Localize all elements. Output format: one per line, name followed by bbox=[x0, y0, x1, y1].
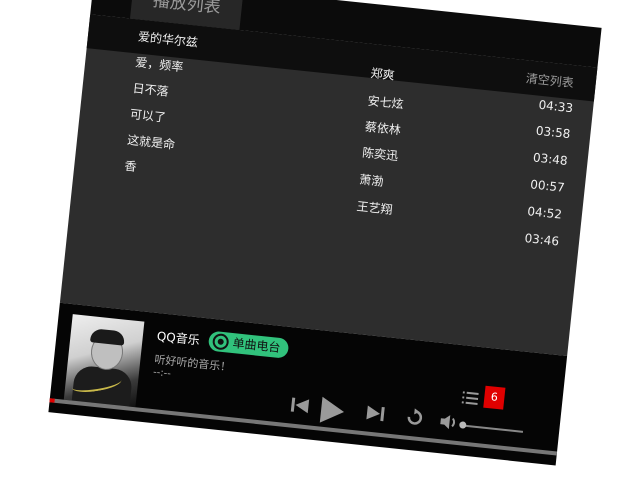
radio-icon bbox=[211, 332, 230, 351]
progress-fill bbox=[49, 398, 55, 403]
app-name: QQ音乐 bbox=[156, 329, 201, 348]
radio-badge-button[interactable]: 单曲电台 bbox=[207, 330, 290, 359]
song-title[interactable]: 爱，频率 bbox=[135, 53, 185, 75]
song-artist[interactable]: 陈奕迅 bbox=[361, 144, 399, 165]
time-display: --:-- bbox=[152, 366, 172, 380]
song-title[interactable]: 日不落 bbox=[132, 79, 170, 100]
queue-count-badge[interactable]: 6 bbox=[483, 385, 506, 410]
song-title[interactable]: 可以了 bbox=[129, 105, 167, 126]
song-duration: 04:52 bbox=[526, 204, 563, 222]
play-icon[interactable] bbox=[316, 394, 347, 431]
playlist-panel: 清空列表 爱的华尔兹 爱，频率 日不落 可以了 这就是命 香 郑爽 安七炫 蔡依… bbox=[59, 14, 598, 357]
song-title[interactable]: 这就是命 bbox=[126, 131, 176, 153]
song-artist[interactable]: 王艺翔 bbox=[356, 197, 394, 218]
volume-knob[interactable] bbox=[458, 421, 467, 429]
song-duration: 03:48 bbox=[532, 150, 569, 168]
next-icon[interactable] bbox=[364, 403, 386, 427]
song-artist[interactable]: 蔡依林 bbox=[364, 118, 402, 139]
volume-slider[interactable] bbox=[461, 424, 524, 433]
song-duration: 03:46 bbox=[523, 231, 560, 249]
repeat-icon[interactable] bbox=[404, 407, 426, 431]
song-artist[interactable]: 郑爽 bbox=[370, 64, 396, 83]
song-duration: 04:33 bbox=[537, 97, 574, 116]
song-duration: 03:58 bbox=[535, 123, 572, 142]
song-artist[interactable]: 安七炫 bbox=[367, 92, 405, 113]
volume-icon[interactable] bbox=[438, 412, 460, 436]
clear-list-button[interactable]: 清空列表 bbox=[525, 69, 575, 91]
playlist-icon[interactable] bbox=[461, 389, 479, 410]
prev-icon[interactable] bbox=[289, 395, 311, 419]
song-artist[interactable]: 萧渤 bbox=[359, 170, 385, 189]
album-cover[interactable] bbox=[63, 314, 145, 408]
radio-badge-label: 单曲电台 bbox=[231, 336, 282, 355]
song-duration: 00:57 bbox=[529, 177, 566, 195]
song-title[interactable]: 香 bbox=[124, 157, 138, 175]
music-player: 播放列表 清空列表 爱的华尔兹 爱，频率 日不落 可以了 这就是命 香 郑爽 安… bbox=[48, 0, 602, 466]
